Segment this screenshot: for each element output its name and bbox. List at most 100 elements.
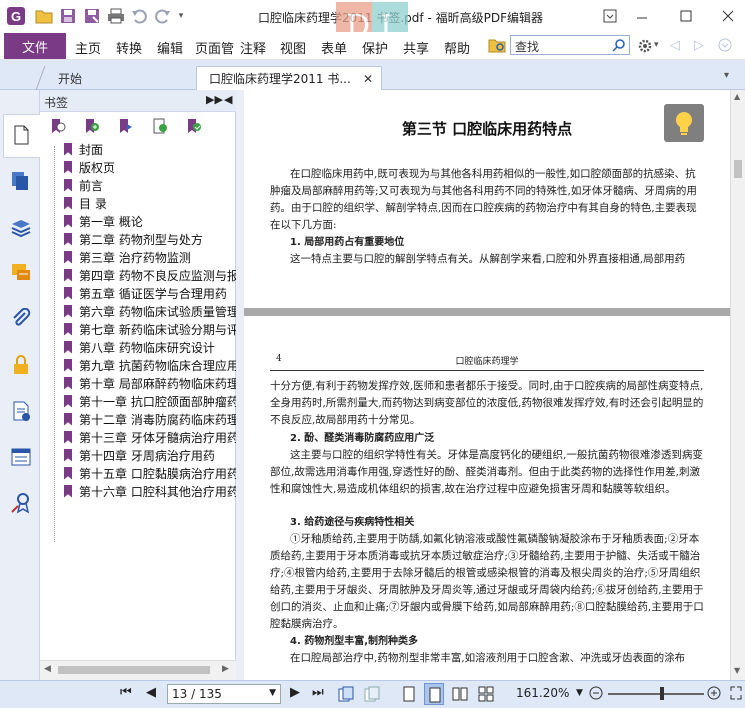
scroll-thumb[interactable] [58,666,210,674]
bookmark-item[interactable]: 第四章 药物不良反应监测与报 [64,266,236,284]
scroll-right-icon[interactable]: ▶ [222,664,229,674]
pages-panel-icon[interactable] [10,170,32,192]
fullscreen-icon[interactable] [730,686,742,703]
add-bookmark-icon[interactable] [84,118,100,134]
zoom-in-icon[interactable] [706,685,722,704]
search-icon[interactable] [612,38,626,52]
expand-bookmarks-icon[interactable] [50,118,66,134]
bookmark-item[interactable]: 第十六章 口腔科其他治疗用药 [64,482,236,500]
continuous-view-button[interactable] [424,683,444,705]
file-menu-button[interactable]: 文件 [4,33,66,59]
search-input[interactable]: 查找 [510,35,630,55]
bookmark-horizontal-scrollbar[interactable]: ◀ ▶ [40,660,236,680]
tab-share[interactable]: 共享 [403,38,429,57]
ribbon-toggle-icon[interactable] [600,6,620,26]
page-number-input[interactable]: 13 / 135 ▼ [167,684,281,704]
minimize-icon[interactable] [632,6,652,26]
previous-page-icon[interactable]: ◀ [146,685,156,700]
zoom-slider-thumb[interactable] [660,687,664,700]
bookmark-item[interactable]: 第十一章 抗口腔颌面部肿瘤药 [64,392,236,410]
form-fields-panel-icon[interactable] [10,446,32,468]
tips-bulb-button[interactable] [664,104,704,142]
close-icon[interactable] [718,6,738,26]
zoom-out-icon[interactable] [588,685,604,704]
print-icon[interactable] [106,6,126,26]
bookmark-properties-icon[interactable] [152,118,168,134]
maximize-icon[interactable] [676,6,696,26]
redo-icon[interactable] [152,6,172,26]
signature-panel-icon[interactable] [10,492,32,514]
tab-comment[interactable]: 注释 [240,38,266,57]
panel-collapse-icon[interactable]: ◀ [224,93,232,106]
single-page-view-icon[interactable] [402,686,416,705]
bookmark-item[interactable]: 第二章 药物剂型与处方 [64,230,203,248]
bookmark-item[interactable]: 第十四章 牙周病治疗用药 [64,446,215,464]
zoom-slider[interactable] [608,693,704,695]
scroll-down-icon[interactable]: ▼ [734,666,740,675]
tab-home[interactable]: 主页 [75,38,101,57]
bookmark-item[interactable]: 版权页 [64,158,115,176]
zoom-dropdown-icon[interactable]: ▼ [576,688,583,698]
scroll-left-icon[interactable]: ◀ [44,664,51,674]
search-folder-icon[interactable] [488,37,506,56]
open-folder-icon[interactable] [34,6,54,26]
bookmark-item[interactable]: 第十章 局部麻醉药物临床药理 [64,374,236,392]
bookmark-item[interactable]: 目 录 [64,194,107,212]
bookmark-item[interactable]: 第九章 抗菌药物临床合理应用 [64,356,236,374]
zoom-level[interactable]: 161.20% [516,686,569,700]
bookmark-item[interactable]: 第十三章 牙体牙髓病治疗用药 [64,428,236,446]
next-view-icon[interactable] [364,686,380,705]
tab-page-manage[interactable]: 页面管 [195,38,239,57]
scroll-up-icon[interactable]: ▲ [734,92,740,101]
save-icon[interactable] [58,6,78,26]
add-child-bookmark-icon[interactable] [118,118,134,134]
last-page-icon[interactable]: ⏭ [312,685,324,700]
bookmark-item[interactable]: 第五章 循证医学与合理用药 [64,284,227,302]
bookmark-item[interactable]: 前言 [64,176,103,194]
save-as-icon[interactable] [82,6,102,26]
previous-view-icon[interactable] [338,686,354,705]
tab-view[interactable]: 视图 [280,38,306,57]
first-page-icon[interactable]: ⏮ [120,685,132,700]
tab-start[interactable]: 开始 [30,66,190,90]
bookmark-item[interactable]: 封面 [64,140,103,158]
undo-icon[interactable] [130,6,150,26]
bookmark-item[interactable]: 第七章 新药临床试验分期与评 [64,320,236,338]
gear-dropdown-icon[interactable]: ▾ [654,40,659,50]
tab-protect[interactable]: 保护 [362,38,388,57]
panel-expand-icon[interactable]: ▶▶ [206,93,223,106]
gear-icon[interactable] [636,37,654,58]
facing-view-icon[interactable] [452,686,468,705]
bookmark-item[interactable]: 第十二章 消毒防腐药临床药理 [64,410,236,428]
tab-form[interactable]: 表单 [321,38,347,57]
bookmark-item[interactable]: 第三章 治疗药物监测 [64,248,191,266]
comments-panel-icon[interactable] [10,262,32,284]
continuous-facing-view-icon[interactable] [478,686,494,705]
tab-convert[interactable]: 转换 [116,38,142,57]
nav-prev-icon[interactable]: ◁ [670,38,680,53]
quick-access-dropdown-icon[interactable]: ▾ [174,6,188,26]
delete-bookmark-icon[interactable] [186,118,202,134]
nav-next-icon[interactable]: ▷ [694,38,704,53]
panel-splitter[interactable] [236,90,244,680]
bookmark-item[interactable]: 第十五章 口腔黏膜病治疗用药 [64,464,236,482]
tab-document[interactable]: 口腔临床药理学2011 书... ✕ [196,66,382,90]
attachments-panel-icon[interactable] [10,308,32,330]
nav-down-icon[interactable] [718,38,732,55]
app-logo-icon[interactable]: G [6,6,26,26]
tab-close-icon[interactable]: ✕ [363,72,373,86]
content-panel-icon[interactable] [10,400,32,422]
vertical-scroll-thumb[interactable] [734,160,742,178]
bookmark-item[interactable]: 第六章 药物临床试验质量管理 [64,302,236,320]
next-page-icon[interactable]: ▶ [290,685,300,700]
bookmark-item[interactable]: 第八章 药物临床研究设计 [64,338,215,356]
tab-list-icon[interactable]: ▾ [724,70,729,81]
page-dropdown-icon[interactable]: ▼ [269,688,276,698]
security-panel-icon[interactable] [10,354,32,376]
viewer-vertical-scrollbar[interactable]: ▲ ▼ [730,90,745,680]
bookmark-panel-icon[interactable] [10,124,32,146]
layers-panel-icon[interactable] [10,216,32,238]
bookmark-item[interactable]: 第一章 概论 [64,212,143,230]
tab-edit[interactable]: 编辑 [157,38,183,57]
tab-help[interactable]: 帮助 [444,38,470,57]
